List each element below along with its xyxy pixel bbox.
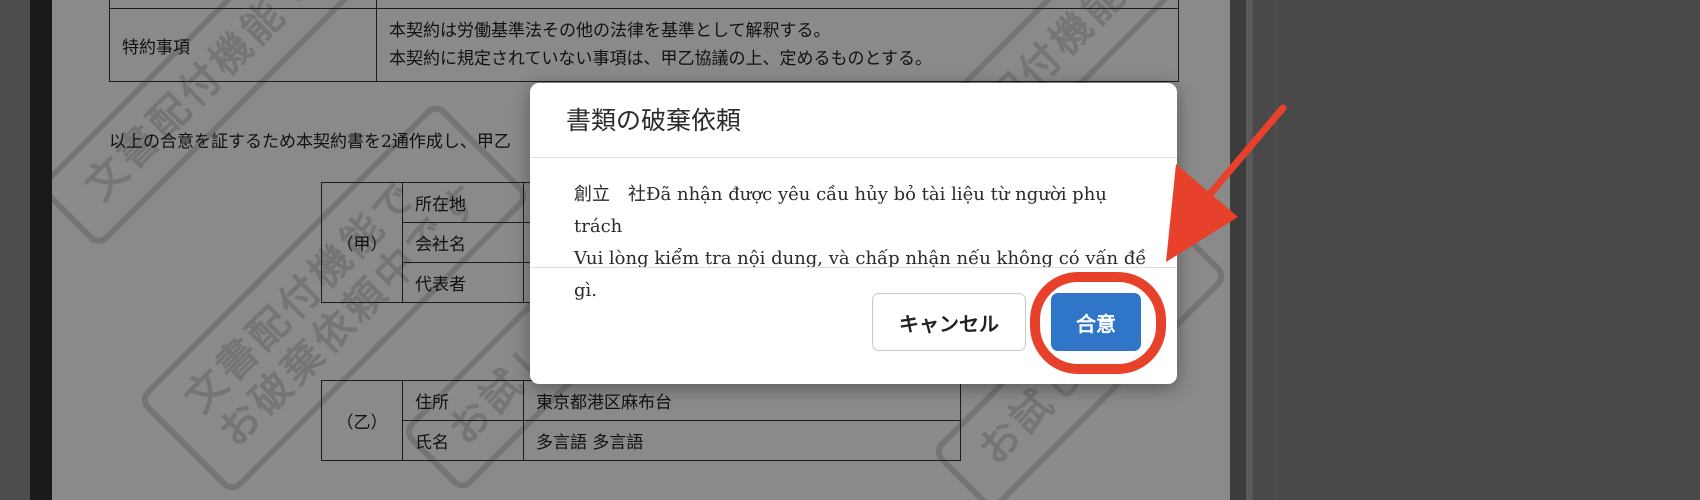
dialog-title: 書類の破棄依頼 bbox=[566, 106, 742, 135]
highlight-ring-annotation bbox=[1030, 272, 1166, 374]
dialog-divider bbox=[530, 157, 1177, 158]
cancel-button[interactable]: キャンセル bbox=[872, 293, 1026, 351]
dialog-divider bbox=[530, 267, 1177, 268]
dialog-message-line: 創立 社Đã nhận được yêu cầu hủy bỏ tài liệu… bbox=[574, 184, 1107, 237]
